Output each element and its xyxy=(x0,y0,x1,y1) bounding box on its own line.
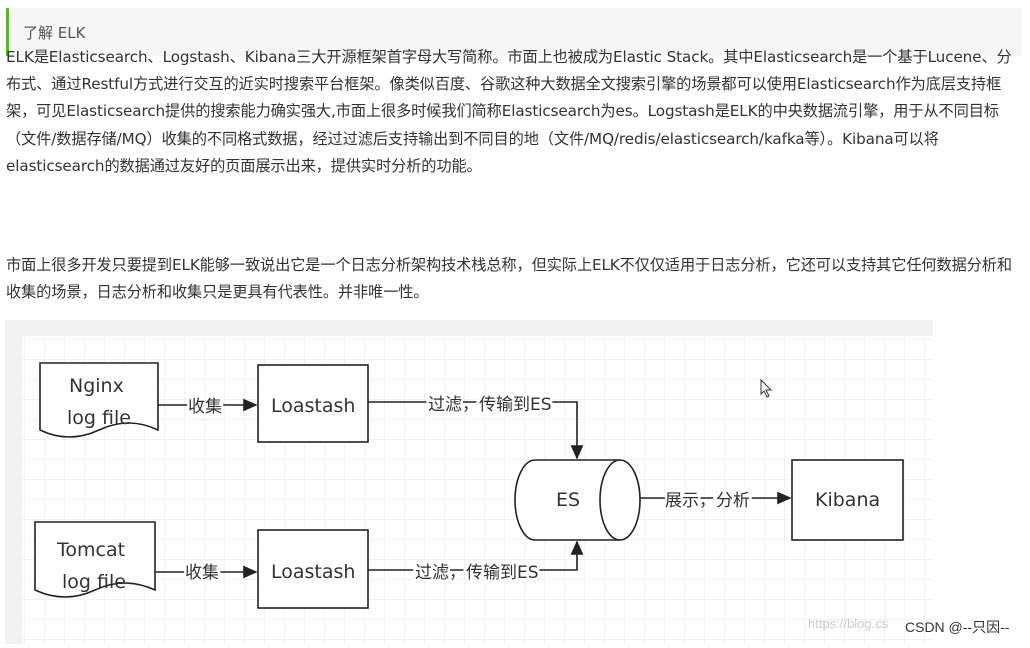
collect-label-1: 收集 xyxy=(188,397,222,417)
watermark-author: CSDN @--只因-- xyxy=(905,619,1010,635)
filter-label-1: 过滤，传输到ES xyxy=(428,395,552,415)
tomcat-label: Tomcat xyxy=(56,539,125,561)
elk-diagram-image: Nginx log file Tomcat log file Loastash … xyxy=(5,320,933,644)
tomcat-label-2: log file xyxy=(62,571,126,593)
kibana-label: Kibana xyxy=(815,489,880,511)
elk-diagram: Nginx log file Tomcat log file Loastash … xyxy=(22,336,933,644)
paragraph-usage: 市面上很多开发只要提到ELK能够一致说出它是一个日志分析架构技术栈总称，但实际上… xyxy=(6,256,1012,302)
heading-text: 了解 ELK xyxy=(23,24,86,42)
nginx-label: Nginx xyxy=(69,375,124,397)
logstash-label-1: Loastash xyxy=(271,395,355,417)
watermark-url: https://blog.cs xyxy=(808,616,889,631)
nginx-label-2: log file xyxy=(67,407,131,429)
logstash-label-2: Loastash xyxy=(271,561,355,583)
es-label: ES xyxy=(556,489,580,511)
show-label: 展示，分析 xyxy=(665,491,750,511)
filter-label-2: 过滤，传输到ES xyxy=(415,563,539,583)
paragraph-intro: ELK是Elasticsearch、Logstash、Kibana三大开源框架首… xyxy=(6,48,1012,175)
collect-label-2: 收集 xyxy=(185,563,219,583)
